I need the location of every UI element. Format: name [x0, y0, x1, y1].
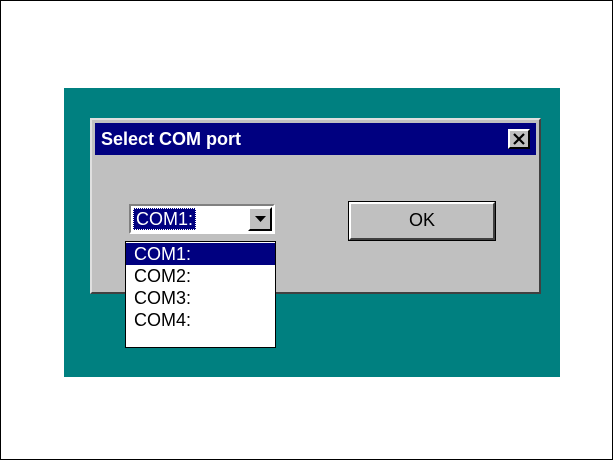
- dialog-titlebar[interactable]: Select COM port: [95, 123, 536, 155]
- combobox-dropdown-button[interactable]: [248, 207, 272, 231]
- dialog-title: Select COM port: [101, 129, 242, 149]
- com-port-dropdown-list[interactable]: COM1: COM2: COM3: COM4:: [125, 241, 276, 348]
- dropdown-option-com2[interactable]: COM2:: [126, 265, 275, 287]
- ok-button-label: OK: [408, 210, 435, 230]
- dropdown-option-com4[interactable]: COM4:: [126, 309, 275, 331]
- dropdown-option-com3[interactable]: COM3:: [126, 287, 275, 309]
- dropdown-arrow-icon: [255, 216, 266, 222]
- ok-button[interactable]: OK: [348, 201, 496, 241]
- com-port-combobox[interactable]: COM1:: [129, 204, 275, 234]
- dropdown-option-com1[interactable]: COM1:: [126, 243, 275, 265]
- combobox-selected-value: COM1:: [133, 208, 197, 230]
- close-button[interactable]: [508, 129, 530, 149]
- close-x-icon: [513, 133, 525, 145]
